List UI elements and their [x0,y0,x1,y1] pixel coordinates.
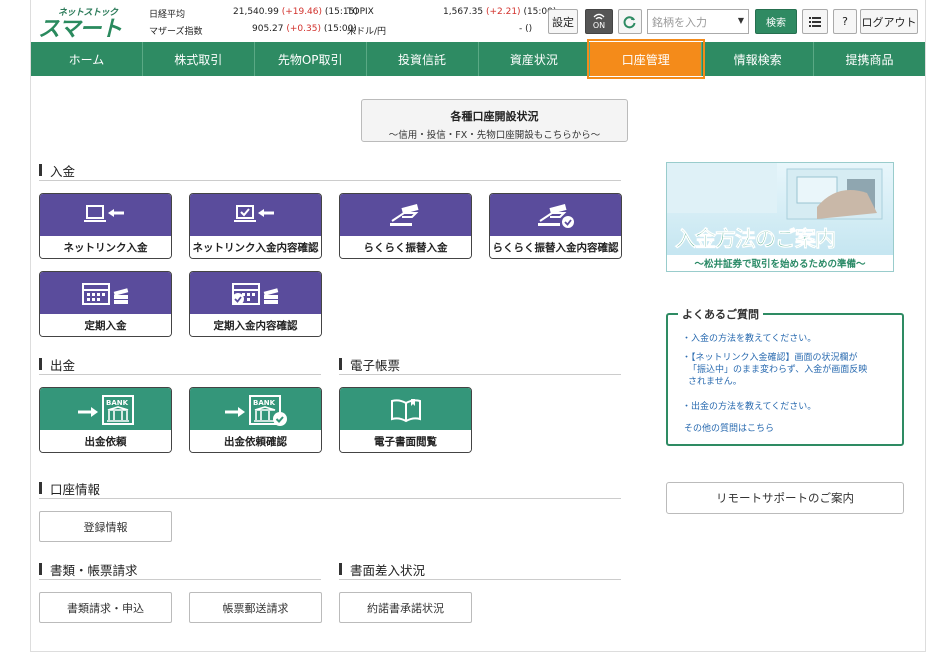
scheduled-deposit-confirm-tile[interactable]: 定期入金内容確認 [189,271,322,337]
faq-box: よくあるご質問 ・入金の方法を教えてください。 ・【ネットリンク入金確認】画面の… [666,306,904,446]
on-label: ON [592,21,606,30]
logout-button[interactable]: ログアウト [860,9,918,34]
tab-assets[interactable]: 資産状況 [479,42,591,76]
faq-link[interactable]: ・出金の方法を教えてください。 [682,401,816,413]
netlink-deposit-tile[interactable]: ネットリンク入金 [39,193,172,259]
withdraw-request-confirm-tile[interactable]: BANK 出金依頼確認 [189,387,322,453]
e-document-view-tile[interactable]: 電子書面閲覧 [339,387,472,453]
mothers-quote: 905.27 (+0.35) (15:00) [252,24,357,34]
tile-label: 定期入金 [40,314,171,336]
bank-arrow-icon: BANK [77,394,134,425]
section-deposit: 入金 [39,161,621,181]
settings-button[interactable]: 設定 [548,9,578,34]
tile-label: 電子書面閲覧 [340,430,471,452]
tab-home[interactable]: ホーム [31,42,143,76]
doc-request-button[interactable]: 書類請求・申込 [39,592,172,623]
site-logo[interactable]: ネットストック スマート [38,5,142,42]
status-box-title: 各種口座開設状況 [450,110,539,123]
faq-link[interactable]: ・入金の方法を教えてください。 [682,333,816,345]
tile-label: らくらく振替入金 [340,236,471,258]
bank-arrow-check-icon: BANK [224,394,287,426]
section-withdraw: 出金 [39,355,321,375]
refresh-button[interactable] [618,9,642,34]
tile-label: 定期入金内容確認 [190,314,321,336]
usd-label: 米ドル/円 [347,27,387,37]
withdraw-request-tile[interactable]: BANK 出金依頼 [39,387,172,453]
faq-more-link[interactable]: その他の質問はこちら [684,423,774,435]
rakuraku-transfer-tile[interactable]: らくらく振替入金 [339,193,472,259]
report-mail-request-button[interactable]: 帳票郵送請求 [189,592,322,623]
nikkei-label: 日経平均 [149,10,186,20]
tile-label: らくらく振替入金内容確認 [490,236,621,258]
topix-quote: 1,567.35 (+2.21) (15:00) [443,7,557,17]
nikkei-quote: 21,540.99 (+19.46) (15:15) [233,7,358,17]
refresh-icon [623,15,636,28]
tile-label: 出金依頼確認 [190,430,321,452]
list-icon [809,16,821,27]
account-opening-status-button[interactable]: 各種口座開設状況 ～信用・投信・FX・先物口座開設もこちらから～ [361,99,628,142]
usd-quote: - () [519,24,533,34]
faq-title: よくあるご質問 [678,306,763,322]
svg-text:BANK: BANK [106,399,129,407]
section-ereport: 電子帳票 [339,355,621,375]
wifi-icon [593,13,605,20]
on-toggle-button[interactable]: ON [585,9,613,34]
rakuraku-transfer-confirm-tile[interactable]: らくらく振替入金内容確認 [489,193,622,259]
tab-futures-options[interactable]: 先物OP取引 [255,42,367,76]
laptop-check-arrow-icon [233,204,274,222]
agreement-status-button[interactable]: 約諾書承諾状況 [339,592,472,623]
calendar-money-icon [81,282,128,305]
open-book-icon [390,398,421,422]
search-placeholder: 銘柄を入力 [652,15,707,29]
topix-label: TOPIX [347,7,374,17]
tab-account-management[interactable]: 口座管理 [587,39,706,79]
card-transfer-check-icon [537,203,574,228]
tab-investment-trust[interactable]: 投資信託 [367,42,479,76]
tab-partner-products[interactable]: 提携商品 [814,42,925,76]
netlink-deposit-confirm-tile[interactable]: ネットリンク入金内容確認 [189,193,322,259]
registration-info-button[interactable]: 登録情報 [39,511,172,542]
tile-label: ネットリンク入金 [40,236,171,258]
card-transfer-icon [389,203,419,226]
stock-search-input[interactable]: 銘柄を入力 ▼ [647,9,749,34]
section-doc-request: 書類・帳票請求 [39,560,321,580]
calendar-money-check-icon [231,282,278,305]
tile-label: ネットリンク入金内容確認 [190,236,321,258]
deposit-guide-banner[interactable]: 入金方法のご案内 ～松井証券で取引を始めるための準備～ [666,162,894,272]
tile-label: 出金依頼 [40,430,171,452]
tab-info-search[interactable]: 情報検索 [702,42,815,76]
scheduled-deposit-tile[interactable]: 定期入金 [39,271,172,337]
svg-text:BANK: BANK [253,399,276,407]
search-button[interactable]: 検索 [755,9,797,34]
faq-link[interactable]: ・【ネットリンク入金確認】画面の状況欄が 「振込中」のまま変わらず、入金が画面反映… [682,352,900,388]
laptop-arrow-icon [83,204,124,222]
remote-support-button[interactable]: リモートサポートのご案内 [666,482,904,514]
menu-button[interactable] [802,9,828,34]
logo-main-text: スマート [38,17,122,42]
status-box-subtitle: ～信用・投信・FX・先物口座開設もこちらから～ [388,130,601,141]
chevron-down-icon[interactable]: ▼ [738,16,744,25]
section-document-submission: 書面差入状況 [339,560,621,580]
banner-subtitle: ～松井証券で取引を始めるための準備～ [667,255,893,271]
section-account-info: 口座情報 [39,479,621,499]
mothers-label: マザーズ指数 [149,27,203,37]
main-nav: ホーム 株式取引 先物OP取引 投資信託 資産状況 口座管理 情報検索 提携商品 [31,39,925,79]
help-button[interactable]: ? [833,9,857,34]
tab-stock-trading[interactable]: 株式取引 [143,42,255,76]
banner-title: 入金方法のご案内 [675,227,837,252]
